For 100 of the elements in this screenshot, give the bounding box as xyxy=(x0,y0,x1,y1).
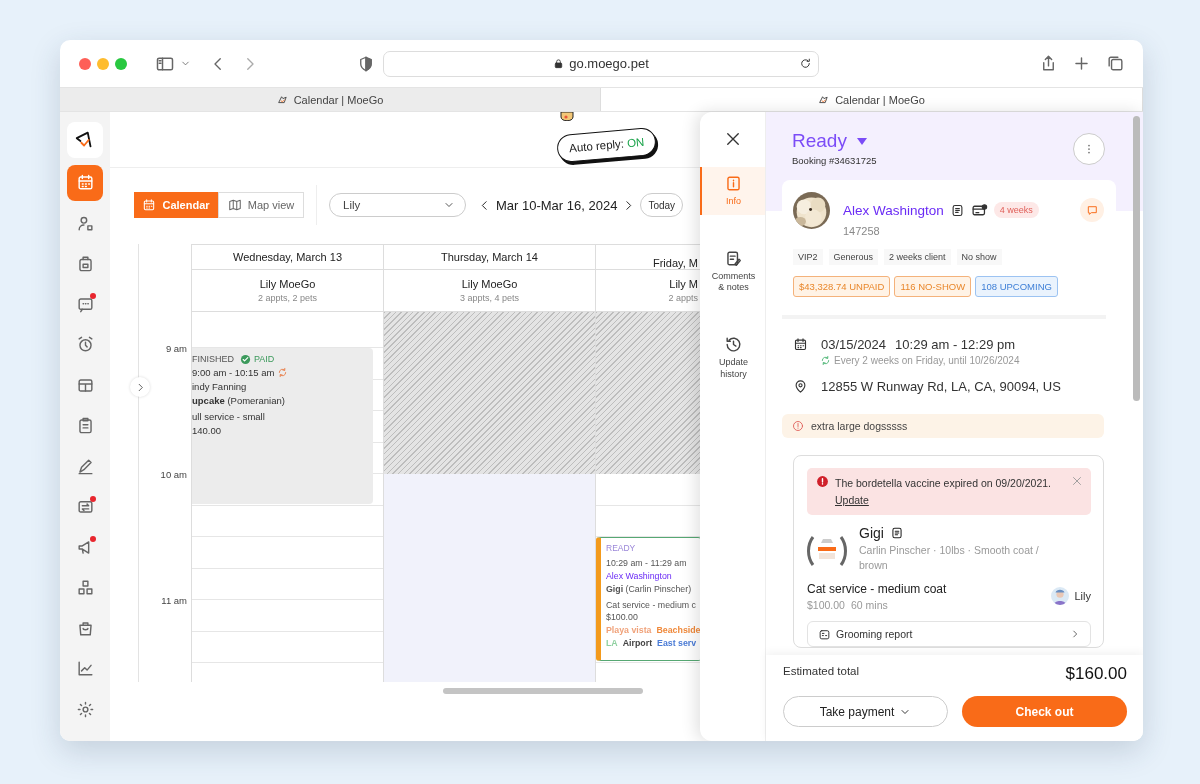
nav-button[interactable] xyxy=(67,164,103,201)
notes-icon xyxy=(724,248,743,268)
location-pin-icon xyxy=(793,379,808,394)
service-name: Cat service - medium c xyxy=(606,598,697,612)
area-tag: Playa vista xyxy=(606,624,652,637)
error-icon xyxy=(816,475,829,488)
client-id: 147258 xyxy=(843,225,881,237)
calendar-icon xyxy=(75,173,95,192)
chevron-right-icon xyxy=(1070,629,1080,640)
staff-name: Lily M xyxy=(669,278,698,290)
address-field[interactable]: go.moego.pet xyxy=(383,50,819,77)
reload-icon[interactable] xyxy=(799,56,812,70)
pen-icon xyxy=(75,456,95,476)
time-label: 10 am xyxy=(159,469,188,482)
scrollbar-thumb[interactable] xyxy=(1133,116,1140,401)
info-circle-icon xyxy=(792,420,804,432)
date-range: Mar 10-Mar 16, 2024 xyxy=(496,197,618,213)
mascot-drawing xyxy=(559,112,575,121)
settings-icon xyxy=(75,699,95,719)
client-tag: Generous xyxy=(828,249,879,265)
note-icon xyxy=(889,525,904,540)
browser-tab[interactable]: Calendar | MoeGo xyxy=(60,88,601,111)
recurrence-text: Every 2 weeks on Friday, until 10/26/2024 xyxy=(834,355,1020,366)
scrollbar-thumb[interactable] xyxy=(443,688,643,694)
appointment-time: 9:00 am - 10:15 am xyxy=(192,366,275,380)
pet-name[interactable]: Gigi xyxy=(859,524,884,541)
service-duration: 60 mins xyxy=(850,599,888,612)
client-name: Alex Washington xyxy=(606,570,673,583)
appointment-time: 10:29 am - 11:29 am xyxy=(606,557,687,571)
service-name: ull service - small xyxy=(192,410,266,425)
info-icon xyxy=(724,174,743,193)
staff-name: Lily MoeGo xyxy=(259,278,316,290)
map-icon xyxy=(227,198,242,212)
area-tag: Beachside xyxy=(656,624,701,637)
client-name[interactable]: Alex Washington xyxy=(843,202,944,218)
appointment-summary: 3 appts, 4 pets xyxy=(459,293,519,303)
logo-icon[interactable] xyxy=(67,122,103,158)
area-tag: Airport xyxy=(622,636,653,650)
time-label: 9 am xyxy=(164,343,188,356)
new-tab-icon[interactable] xyxy=(1072,54,1091,73)
area-tag: LA xyxy=(606,636,618,650)
client-tag: No show xyxy=(956,249,1002,265)
client-stat-badge[interactable]: 108 UPCOMING xyxy=(975,276,1058,297)
drawer-tab[interactable]: Comments & notes xyxy=(700,241,765,302)
payment-status: PAID xyxy=(254,353,275,366)
appointment-date: 03/15/2024 xyxy=(821,337,887,352)
tabs-icon[interactable] xyxy=(1106,54,1125,73)
appointment-card[interactable]: FINISHED PAID 9:00 am - 10:15 am indy Fanning upcake (Pomeranian) ull service - small 140.00 xyxy=(192,348,373,504)
appointment-summary: 2 appts, 2 pets xyxy=(257,293,317,303)
total-amount: $160.00 xyxy=(1065,664,1127,684)
close-icon xyxy=(1071,475,1083,487)
total-label: Estimated total xyxy=(783,665,860,677)
message-button[interactable] xyxy=(1080,198,1104,222)
appointment-card[interactable]: READY 10:29 am - 11:29 am Alex Washington Gigi (Carlin Pinscher) Cat service - medium c $100.00 Playa vista Beachside LA Airport East serv xyxy=(596,537,701,661)
staff-name: Lily xyxy=(1074,590,1091,603)
pet-name: upcake (Pomeranian) xyxy=(192,393,286,408)
note-text: extra large dogsssss xyxy=(811,420,908,432)
shield-icon[interactable] xyxy=(357,54,375,73)
repeat-icon xyxy=(277,367,289,379)
address: 12855 W Runway Rd, LA, CA, 90094, US xyxy=(821,379,1061,394)
boxes-icon xyxy=(75,578,95,597)
drawer-tab[interactable]: Update history xyxy=(700,328,765,388)
grooming-report-button[interactable]: Grooming report xyxy=(807,621,1091,648)
pet-details: Carlin Pinscher · 10lbs · Smooth coat / brown xyxy=(859,542,1040,573)
status-label: READY xyxy=(606,542,636,555)
auto-reply-badge[interactable]: Auto reply: ON xyxy=(555,126,658,164)
favicon-icon xyxy=(818,94,830,105)
time-label: 11 am xyxy=(160,595,188,608)
pet-name: Gigi (Carlin Pinscher) xyxy=(606,582,693,596)
view-toggle-button[interactable]: Map view xyxy=(218,192,304,218)
lock-icon xyxy=(553,58,565,69)
appointment-summary: 2 appts xyxy=(668,293,698,303)
booking-number: Booking #34631725 xyxy=(792,155,877,166)
update-link[interactable]: Update xyxy=(835,493,869,506)
service-name: Cat service - medium coat xyxy=(807,582,947,597)
day-header: Wednesday, March 13 xyxy=(192,244,383,270)
status-label: FINISHED xyxy=(192,353,234,366)
favicon-icon xyxy=(276,94,288,105)
history-icon xyxy=(724,335,743,355)
report-icon xyxy=(818,627,831,641)
calendar-icon xyxy=(142,198,157,212)
frequency-badge: 4 weeks xyxy=(993,202,1039,218)
staff-name: Lily MoeGo xyxy=(461,278,518,290)
caret-icon xyxy=(856,137,867,145)
client-tag: 2 weeks client xyxy=(884,249,951,265)
status-dropdown[interactable]: Ready xyxy=(792,130,867,152)
check-circle-icon xyxy=(240,354,251,365)
day-header: Thursday, March 14 xyxy=(384,244,595,270)
area-tag: East serv xyxy=(657,636,697,650)
calendar-icon xyxy=(793,337,808,352)
service-price: $100.00 xyxy=(807,599,845,612)
window-close-button[interactable] xyxy=(79,57,91,70)
appointment-time: 10:29 am - 12:29 pm xyxy=(895,337,1016,352)
note-icon xyxy=(949,202,965,218)
chat-icon xyxy=(1085,203,1099,217)
chart-icon xyxy=(75,659,95,678)
price: $100.00 xyxy=(606,611,639,625)
client-tag: VIP2 xyxy=(793,249,823,265)
client-name: indy Fanning xyxy=(192,379,248,394)
repeat-icon xyxy=(820,355,831,366)
